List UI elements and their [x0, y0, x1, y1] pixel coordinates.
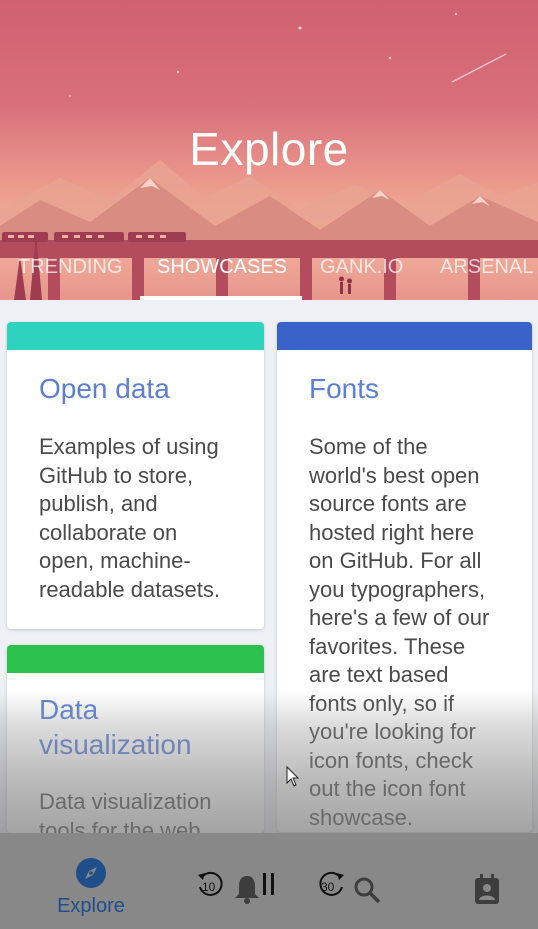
card-description-line: you typographers,: [309, 576, 486, 602]
tab-trending[interactable]: TRENDING: [18, 256, 122, 279]
card-description-line: favorites. These: [309, 633, 466, 659]
card-color-strip: [277, 322, 532, 350]
card-description-line: tools for the web.: [39, 817, 207, 834]
explore-header: Explore TRENDING SHOWCASES GANK.IO ARSEN…: [0, 0, 538, 300]
card-description-line: icon fonts, check: [309, 747, 473, 773]
rewind-button[interactable]: 10: [196, 869, 226, 899]
nav-item-label: Explore: [57, 895, 125, 917]
active-tab-indicator: [140, 296, 302, 300]
bottom-navigation-bar: Explore 10 30: [0, 833, 538, 929]
compass-icon: [76, 858, 106, 888]
card-description-line: collaborate on: [39, 519, 178, 545]
tab-gank-io[interactable]: GANK.IO: [320, 256, 403, 279]
rewind-seconds-label: 10: [202, 880, 216, 894]
card-description-line: hosted right here: [309, 519, 475, 545]
card-description-line: are text based: [309, 662, 449, 687]
card-description-line: here's a few of our: [309, 605, 490, 630]
card-description-line: out the icon font: [309, 776, 466, 801]
card-description: Some of the world's best open source fon…: [309, 433, 518, 832]
forward-seconds-label: 30: [321, 880, 335, 894]
card-description-line: showcase.: [309, 804, 413, 830]
notifications-bell-icon[interactable]: [232, 873, 262, 905]
card-description-line: on GitHub. For all: [309, 548, 482, 573]
card-title-line: Data: [39, 694, 99, 725]
card-color-strip: [7, 322, 264, 350]
showcase-card-fonts[interactable]: Fonts Some of the world's best open sour…: [277, 322, 532, 832]
card-title-line: visualization: [39, 729, 192, 760]
card-description: Examples of using GitHub to store, publi…: [39, 433, 250, 604]
card-description-line: you're looking for: [309, 719, 476, 744]
card-description-line: Data visualization: [39, 789, 212, 814]
card-description-line: Examples of using: [39, 434, 219, 459]
category-tabs: TRENDING SHOWCASES GANK.IO ARSENAL: [0, 248, 538, 300]
card-description-line: GitHub to store,: [39, 462, 194, 488]
profile-contact-icon[interactable]: [472, 873, 502, 905]
showcase-card-data-visualization[interactable]: Data visualization Data visualization to…: [7, 645, 264, 833]
card-description: Data visualization tools for the web.: [39, 788, 250, 833]
card-description-line: source fonts are: [309, 491, 467, 516]
card-title: Data visualization: [39, 692, 246, 762]
card-description-line: Some of the: [309, 434, 428, 459]
mouse-cursor-icon: [286, 766, 300, 787]
card-title: Open data: [39, 373, 170, 404]
card-description-line: readable datasets.: [39, 576, 221, 602]
card-title: Fonts: [309, 373, 380, 404]
forward-button[interactable]: 30: [316, 869, 346, 899]
tab-arsenal[interactable]: ARSENAL: [440, 256, 533, 279]
pause-icon[interactable]: [262, 873, 276, 895]
card-description-line: open, machine-: [39, 548, 191, 573]
tab-showcases[interactable]: SHOWCASES: [157, 256, 287, 279]
search-icon[interactable]: [352, 875, 382, 905]
card-description-line: fonts only, so if: [309, 690, 455, 716]
screen: Explore TRENDING SHOWCASES GANK.IO ARSEN…: [0, 0, 538, 929]
page-title: Explore: [189, 123, 349, 175]
nav-item-explore[interactable]: Explore: [48, 857, 134, 921]
card-description-line: publish, and: [39, 491, 158, 516]
showcase-card-open-data[interactable]: Open data Examples of using GitHub to st…: [7, 322, 264, 629]
card-color-strip: [7, 645, 264, 673]
card-description-line: world's best open: [309, 462, 480, 488]
